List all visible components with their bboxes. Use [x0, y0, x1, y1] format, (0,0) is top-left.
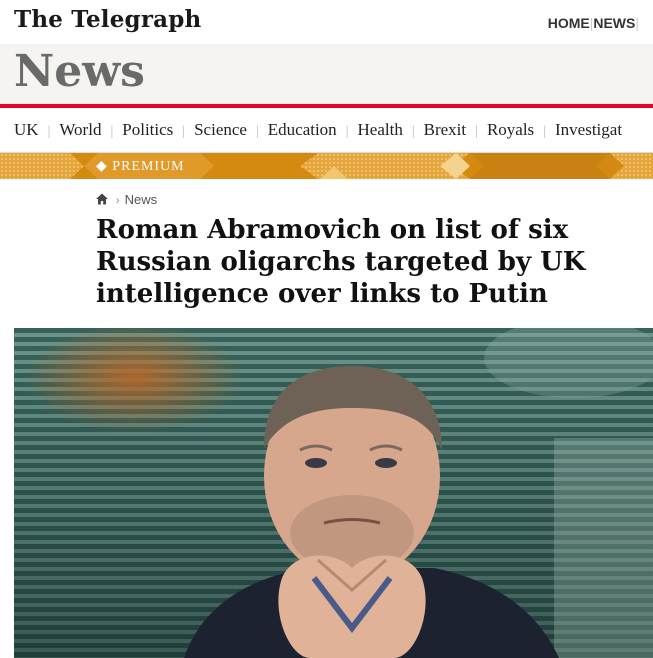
- subnav-separator: |: [543, 124, 546, 139]
- subnav-separator: |: [110, 124, 114, 139]
- subnav-separator: |: [345, 124, 349, 139]
- premium-text: PREMIUM: [112, 159, 185, 174]
- subnav-item-politics[interactable]: Politics: [122, 120, 173, 139]
- subnav-separator: |: [47, 124, 51, 139]
- subnav-separator: |: [255, 124, 259, 139]
- subnav-item-royals[interactable]: Royals: [487, 120, 534, 139]
- premium-label: ◆ PREMIUM: [96, 159, 185, 174]
- breadcrumb-chevron-icon: ›: [115, 193, 120, 207]
- top-nav: HOME|NEWS|: [548, 15, 639, 31]
- breadcrumb-news-link[interactable]: News: [125, 192, 158, 207]
- premium-banner[interactable]: ◆ PREMIUM: [0, 153, 653, 179]
- subnav-separator: |: [182, 124, 186, 139]
- article-headline: Roman Abramovich on list of six Russian …: [96, 215, 586, 309]
- article-lead-photo[interactable]: [14, 328, 653, 658]
- section-title[interactable]: News: [14, 46, 145, 97]
- subnav-item-health[interactable]: Health: [358, 120, 403, 139]
- top-bar: The Telegraph HOME|NEWS|: [0, 0, 653, 44]
- nav-news-link[interactable]: NEWS: [593, 15, 635, 31]
- subnav-item-uk[interactable]: UK: [14, 120, 39, 139]
- subnav-separator: |: [475, 124, 478, 139]
- section-banner: News: [0, 44, 653, 104]
- breadcrumb: › News: [96, 192, 157, 207]
- telegraph-logo[interactable]: The Telegraph: [14, 6, 201, 33]
- home-icon[interactable]: [96, 193, 108, 205]
- subnav-separator: |: [411, 124, 415, 139]
- subnav-item-investigations[interactable]: Investigat: [555, 120, 622, 139]
- subnav-item-education[interactable]: Education: [268, 120, 337, 139]
- section-subnav: UK | World | Politics | Science | Education | Heal…: [0, 108, 653, 153]
- subnav-item-brexit[interactable]: Brexit: [424, 120, 467, 139]
- nav-home-link[interactable]: HOME: [548, 15, 590, 31]
- lead-photo-illustration: [14, 328, 653, 658]
- subnav-item-world[interactable]: World: [59, 120, 101, 139]
- subnav-item-science[interactable]: Science: [194, 120, 247, 139]
- nav-separator: |: [635, 15, 639, 31]
